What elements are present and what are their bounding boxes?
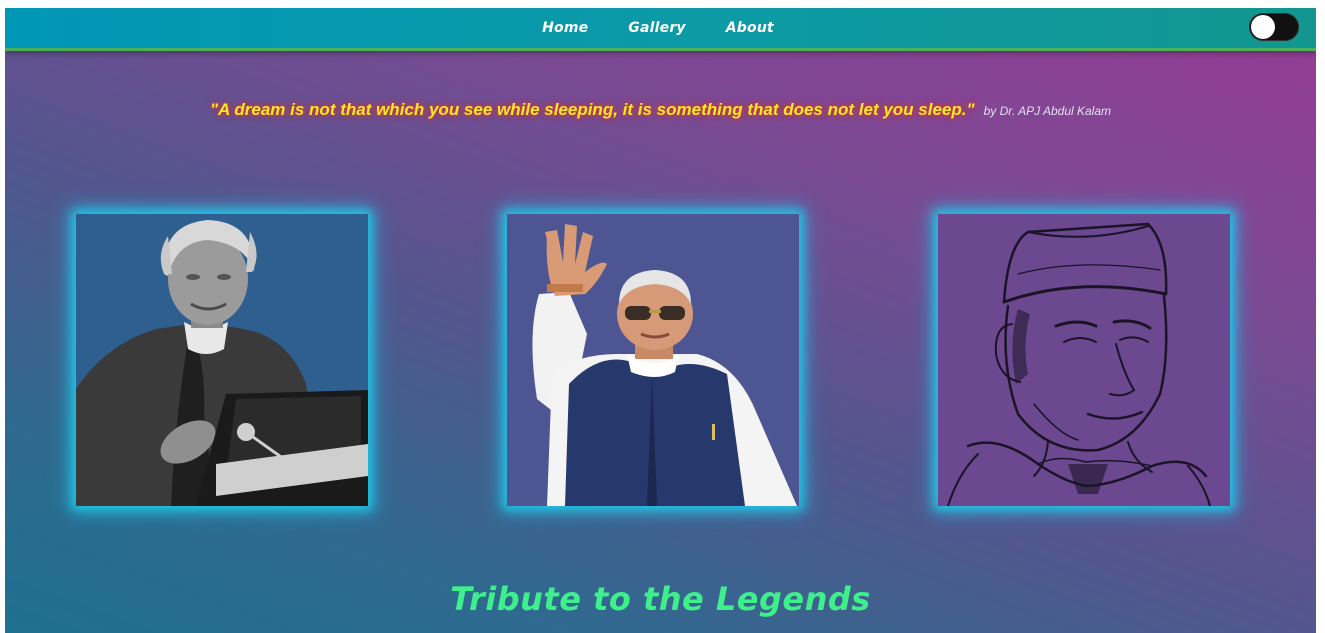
nav-link-home[interactable]: Home xyxy=(542,20,588,36)
toggle-knob xyxy=(1251,15,1275,39)
gallery-card-2[interactable] xyxy=(507,214,799,506)
portrait-pencil-sketch xyxy=(938,214,1230,506)
quote-block: "A dream is not that which you see while… xyxy=(5,100,1316,120)
nav-links: Home Gallery About xyxy=(5,8,1316,48)
page-title: Tribute to the Legends xyxy=(450,580,871,618)
gallery-card-3[interactable] xyxy=(938,214,1230,506)
quote-author: by Dr. APJ Abdul Kalam xyxy=(983,104,1112,118)
portrait-photo-color xyxy=(507,214,799,506)
page-background: Home Gallery About "A dream is not that … xyxy=(5,8,1316,633)
portrait-photo-grayscale xyxy=(76,214,368,506)
gallery-card-1[interactable] xyxy=(76,214,368,506)
quote-text: "A dream is not that which you see while… xyxy=(209,100,975,119)
nav-link-about[interactable]: About xyxy=(726,20,774,36)
nav-link-gallery[interactable]: Gallery xyxy=(628,20,685,36)
theme-toggle-switch[interactable] xyxy=(1249,13,1299,41)
navbar: Home Gallery About xyxy=(5,8,1316,48)
